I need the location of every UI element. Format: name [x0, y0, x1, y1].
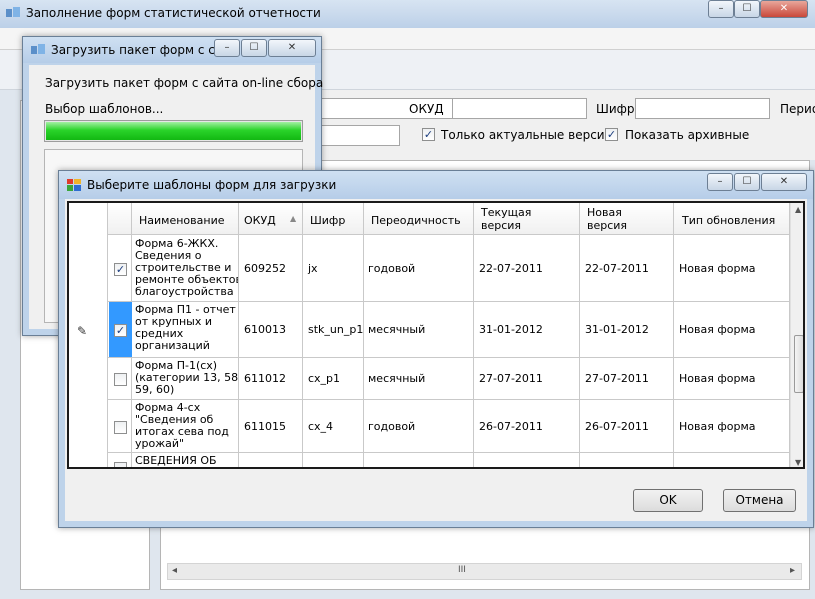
column-header-update-type[interactable]: Тип обновления — [682, 214, 775, 227]
cell-shifr: jx — [308, 262, 318, 275]
shifr-input[interactable] — [635, 98, 770, 119]
sort-ascending-icon: ▲ — [290, 214, 297, 223]
cell-new-version: 31-01-2012 — [585, 323, 649, 336]
column-header-okud[interactable]: ОКУД — [244, 214, 276, 227]
show-archive-label: Показать архивные — [625, 128, 750, 142]
templates-dialog: Выберите шаблоны форм для загрузки – ☐ ✕… — [58, 170, 814, 528]
upload-heading: Загрузить пакет форм с сайта on-line сбо… — [45, 76, 324, 90]
cell-name: Форма 6-ЖКХ. Сведения о строительстве и рем… — [135, 238, 238, 298]
templates-app-icon — [67, 179, 81, 191]
scroll-up-icon[interactable]: ▲ — [795, 205, 801, 214]
cell-period: годовой — [368, 419, 416, 433]
cell-name: СВЕДЕНИЯ ОБ — [135, 455, 217, 467]
templates-titlebar: Выберите шаблоны форм для загрузки – ☐ ✕ — [59, 171, 813, 199]
okud-input[interactable] — [452, 98, 587, 119]
cell-name: Форма П1 - отчет от крупных и средних орган… — [135, 304, 236, 352]
grid-vscroll-thumb[interactable] — [794, 335, 803, 393]
scroll-grip-icon[interactable]: III — [458, 565, 466, 575]
cell-current-version: 22-07-2011 — [479, 262, 543, 275]
cell-current-version: 26-07-2011 — [479, 419, 543, 433]
main-titlebar: Заполнение форм статистической отчетност… — [0, 0, 815, 28]
scroll-down-icon[interactable]: ▼ — [795, 458, 801, 467]
column-header-name[interactable]: Наименование — [139, 214, 224, 227]
okud-label: ОКУД — [409, 102, 444, 116]
cancel-button[interactable]: Отмена — [723, 489, 796, 512]
templates-minimize-button[interactable]: – — [707, 173, 733, 191]
upload-status: Выбор шаблонов... — [45, 102, 164, 116]
templates-title: Выберите шаблоны форм для загрузки — [87, 178, 337, 192]
cell-current-version: 27-07-2011 — [479, 372, 543, 385]
templates-close-button[interactable]: ✕ — [761, 173, 807, 191]
templates-grid: Наименование ОКУД ▲ Шифр Переодичность Т… — [67, 201, 805, 469]
main-close-button[interactable]: ✕ — [760, 0, 808, 18]
cell-shifr: stk_un_p1 — [308, 323, 364, 336]
cell-new-version: 27-07-2011 — [585, 372, 649, 385]
second-filter-input[interactable] — [320, 125, 400, 146]
column-header-current-version[interactable]: Текущая версия — [481, 206, 551, 232]
upload-titlebar: Загрузить пакет форм с са... – ☐ ✕ — [23, 37, 321, 63]
cell-name: Форма 4-сх "Сведения об итогах сева под уро… — [135, 402, 229, 450]
scroll-left-icon[interactable]: ◂ — [172, 565, 177, 576]
upload-progress-bar — [44, 120, 303, 142]
cell-shifr: cx_4 — [308, 419, 334, 433]
cell-okud: 611015 — [244, 419, 286, 433]
cell-period: месячный — [368, 372, 426, 385]
row-checkbox[interactable] — [114, 420, 127, 434]
only-actual-checkbox[interactable]: ✓ — [422, 128, 435, 141]
grid-vscrollbar[interactable]: ▲ ▼ — [790, 203, 803, 467]
upload-minimize-button[interactable]: – — [214, 39, 240, 57]
cell-update-type: Новая форма — [679, 262, 756, 275]
templates-maximize-button[interactable]: ☐ — [734, 173, 760, 191]
column-header-shifr[interactable]: Шифр — [310, 214, 345, 227]
shifr-label: Шифр — [596, 102, 635, 116]
cell-current-version: 31-01-2012 — [479, 323, 543, 336]
column-header-period[interactable]: Переодичность — [371, 214, 461, 227]
main-title: Заполнение форм статистической отчетност… — [26, 6, 321, 20]
row-checkbox[interactable]: ✓ — [114, 324, 127, 337]
cell-period: месячный — [368, 323, 426, 336]
ok-button[interactable]: OK — [633, 489, 703, 512]
only-actual-label: Только актуальные версии — [441, 128, 613, 142]
templates-client: Наименование ОКУД ▲ Шифр Переодичность Т… — [65, 199, 807, 521]
upload-title: Загрузить пакет форм с са... — [51, 43, 234, 57]
period-label: Перио — [780, 102, 815, 116]
cell-update-type: Новая форма — [679, 372, 756, 385]
pencil-icon: ✎ — [77, 324, 88, 338]
row-checkbox[interactable]: ✓ — [114, 263, 127, 276]
cell-period: годовой — [368, 262, 416, 275]
cell-okud: 609252 — [244, 262, 286, 275]
show-archive-checkbox[interactable]: ✓ — [605, 128, 618, 141]
cell-shifr: cx_p1 — [308, 372, 341, 385]
cell-new-version: 26-07-2011 — [585, 419, 649, 433]
row-checkbox[interactable] — [114, 462, 127, 467]
main-minimize-button[interactable]: – — [708, 0, 734, 18]
column-header-new-version[interactable]: Новая версия — [587, 206, 647, 232]
cell-update-type: Новая форма — [679, 323, 756, 336]
row-checkbox[interactable] — [114, 373, 127, 386]
cell-name: Форма П-1(сх) (категории 13, 58, 59, 60) — [135, 360, 238, 396]
scroll-right-icon[interactable]: ▸ — [790, 565, 795, 576]
main-maximize-button[interactable]: ☐ — [734, 0, 760, 18]
cell-update-type: Новая форма — [679, 419, 756, 433]
cell-new-version: 22-07-2011 — [585, 262, 649, 275]
upload-app-icon — [31, 44, 45, 54]
app-icon — [6, 7, 20, 17]
upload-maximize-button[interactable]: ☐ — [241, 39, 267, 57]
cell-okud: 610013 — [244, 323, 286, 336]
upload-progress-fill — [46, 122, 301, 140]
upload-close-button[interactable]: ✕ — [268, 39, 316, 57]
cell-okud: 611012 — [244, 372, 286, 385]
main-hscrollbar[interactable]: ◂ III ▸ — [167, 563, 802, 580]
